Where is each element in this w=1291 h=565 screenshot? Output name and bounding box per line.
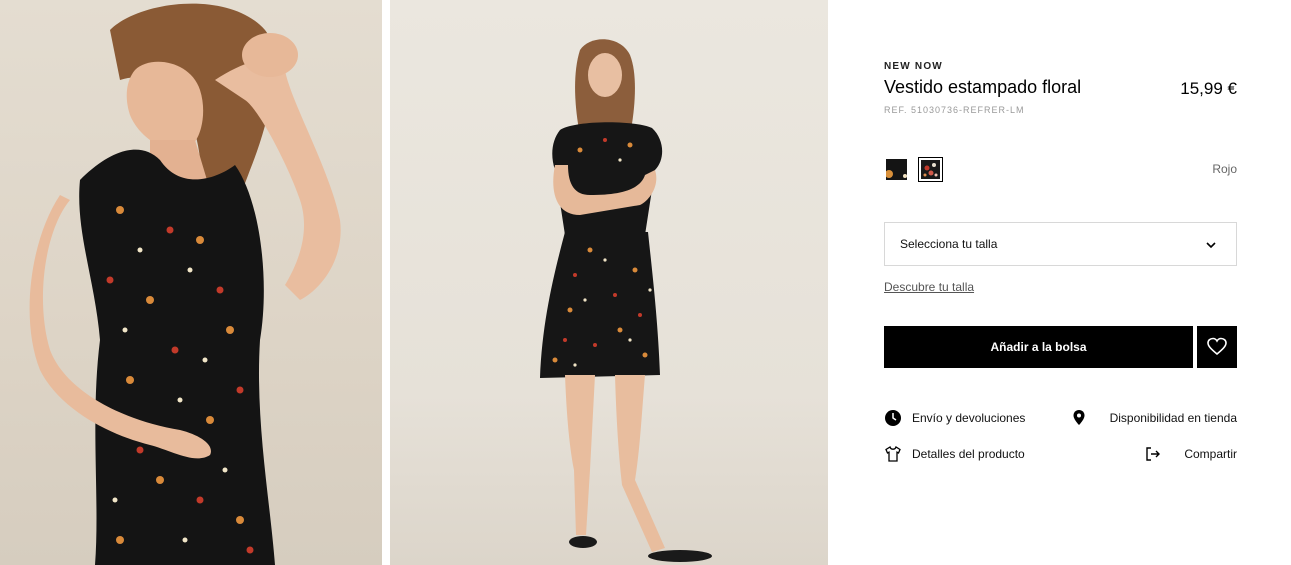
tshirt-icon (884, 445, 902, 463)
product-details-link[interactable]: Detalles del producto (884, 445, 1054, 463)
favorite-button[interactable] (1197, 326, 1237, 368)
share-label: Compartir (1184, 447, 1237, 461)
store-availability-label: Disponibilidad en tienda (1109, 411, 1237, 425)
share-icon (1144, 445, 1162, 463)
color-swatch-black-orange[interactable] (886, 159, 907, 180)
size-select-placeholder: Selecciona tu talla (900, 237, 998, 251)
product-info-panel: NEW NOW Vestido estampado floral 15,99 €… (884, 0, 1237, 565)
location-pin-icon (1070, 409, 1088, 427)
chevron-down-icon (1204, 238, 1218, 252)
color-swatch-black-floral-selected[interactable] (918, 157, 943, 182)
product-price: 15,99 € (1180, 79, 1237, 98)
add-to-bag-button[interactable]: Añadir a la bolsa (884, 326, 1193, 368)
size-select[interactable]: Selecciona tu talla (884, 222, 1237, 266)
size-guide-link[interactable]: Descubre tu talla (884, 280, 974, 294)
shipping-returns-label: Envío y devoluciones (912, 411, 1026, 425)
store-availability-link[interactable]: Disponibilidad en tienda (1070, 409, 1237, 427)
share-link[interactable]: Compartir (1144, 447, 1237, 463)
shipping-returns-link[interactable]: Envío y devoluciones (884, 409, 1054, 427)
product-image-full-body[interactable] (390, 0, 828, 565)
new-now-tag: NEW NOW (884, 61, 943, 72)
selected-color-name: Rojo (1212, 162, 1237, 176)
product-reference: REF. 51030736-REFRER-LM (884, 105, 1025, 115)
product-image-closeup[interactable] (0, 0, 382, 565)
product-details-label: Detalles del producto (912, 447, 1025, 461)
product-title: Vestido estampado floral (884, 77, 1082, 97)
clock-icon (884, 409, 902, 427)
